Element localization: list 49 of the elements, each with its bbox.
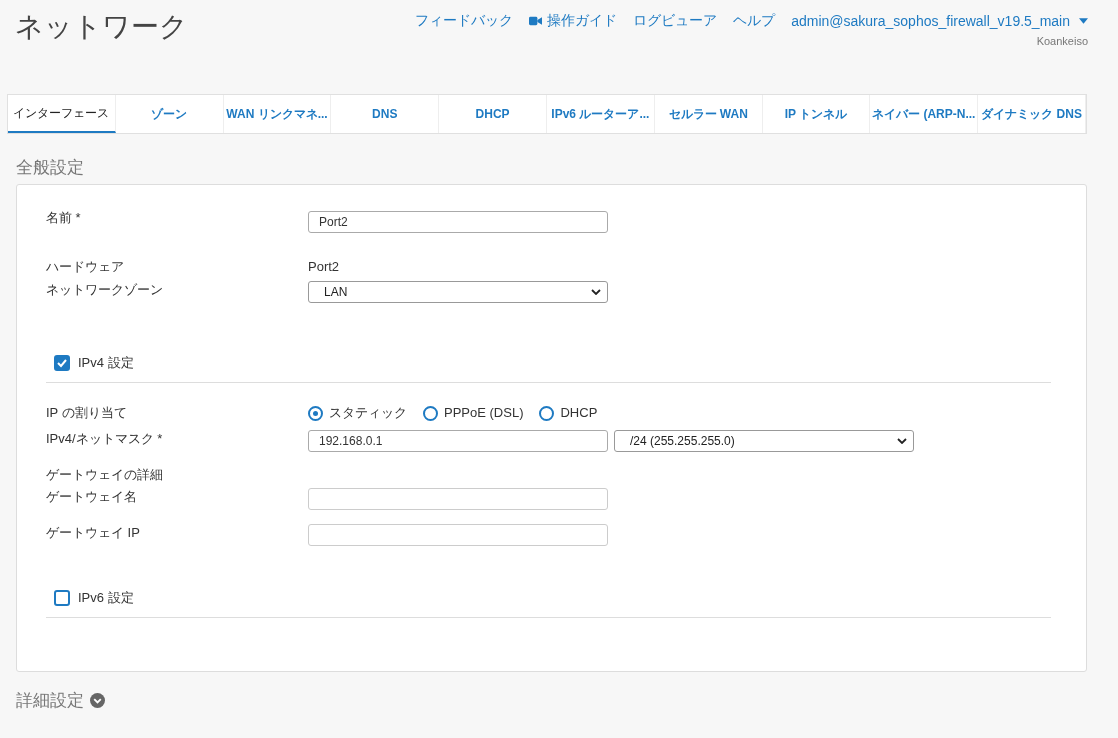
video-camera-icon bbox=[529, 16, 543, 26]
organization-name: Koankeiso bbox=[1036, 35, 1088, 47]
field-label: ゲートウェイの詳細 bbox=[46, 466, 164, 484]
header-link[interactable]: ヘルプ bbox=[733, 12, 776, 30]
chevron-down-icon bbox=[591, 289, 601, 295]
ip-address-input[interactable]: 192.168.0.1 bbox=[308, 430, 608, 452]
section-title[interactable]: 詳細設定 bbox=[16, 689, 84, 712]
tab[interactable]: ネイバー (ARP-N... bbox=[870, 95, 979, 133]
header-link[interactable]: ログビューア bbox=[633, 12, 718, 30]
field-label: ハードウェア bbox=[46, 258, 125, 276]
chevron-down-circle-icon[interactable] bbox=[90, 693, 105, 708]
tab[interactable]: ダイナミック DNS bbox=[978, 95, 1086, 133]
radio-button[interactable] bbox=[423, 405, 438, 421]
header-link[interactable]: 操作ガイド bbox=[529, 12, 618, 30]
tab[interactable]: DHCP bbox=[439, 95, 547, 133]
checkbox-label: IPv4 設定 bbox=[78, 354, 134, 372]
tab[interactable]: DNS bbox=[331, 95, 440, 133]
radio-label: DHCP bbox=[560, 404, 598, 422]
field-label: IP の割り当て bbox=[46, 404, 128, 422]
tab[interactable]: WAN リンクマネ... bbox=[223, 95, 332, 133]
field-label: ネットワークゾーン bbox=[46, 281, 164, 299]
checkbox[interactable] bbox=[54, 355, 70, 371]
header-link[interactable]: フィードバック bbox=[415, 12, 514, 30]
tab[interactable]: インターフェース bbox=[8, 95, 116, 133]
tab[interactable]: IP トンネル bbox=[762, 95, 871, 133]
section-title: 全般設定 bbox=[16, 157, 85, 179]
radio-label: PPPoE (DSL) bbox=[444, 404, 524, 422]
field-label: 名前 * bbox=[46, 209, 82, 227]
tab[interactable]: セルラー WAN bbox=[654, 95, 763, 133]
checkbox[interactable] bbox=[54, 590, 70, 606]
chevron-down-icon bbox=[897, 438, 907, 444]
tab[interactable]: ゾーン bbox=[115, 95, 224, 133]
field-label: IPv4/ネットマスク * bbox=[46, 430, 164, 448]
tab[interactable]: IPv6 ルーターア... bbox=[547, 95, 655, 133]
radio-label: スタティック bbox=[329, 404, 407, 422]
caret-icon bbox=[1079, 18, 1088, 24]
gateway-name-input[interactable] bbox=[308, 488, 608, 510]
gateway-ip-input[interactable] bbox=[308, 524, 608, 546]
user-menu[interactable]: admin@sakura_sophos_firewall_v19.5_main bbox=[791, 13, 1088, 29]
radio-button[interactable] bbox=[539, 405, 555, 421]
page-title: ネットワーク bbox=[14, 10, 188, 44]
checkbox-label: IPv6 設定 bbox=[78, 589, 134, 607]
field-label: ゲートウェイ IP bbox=[46, 524, 141, 542]
field-label: ゲートウェイ名 bbox=[46, 488, 138, 506]
zone-dropdown[interactable]: LAN bbox=[308, 281, 608, 303]
hardware-value: Port2 bbox=[308, 258, 340, 276]
netmask-dropdown[interactable]: /24 (255.255.255.0) bbox=[614, 430, 914, 452]
name-input[interactable]: Port2 bbox=[308, 211, 608, 233]
radio-button[interactable] bbox=[308, 405, 323, 421]
